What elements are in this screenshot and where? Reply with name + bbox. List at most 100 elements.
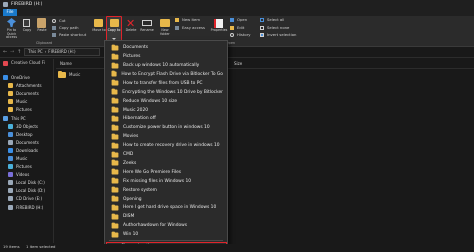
- download-icon: [8, 148, 13, 153]
- list-item-name: Music: [69, 71, 81, 77]
- sidebar-item[interactable]: Downloads: [8, 147, 38, 154]
- folder-icon: [8, 91, 13, 96]
- select-all-icon: [260, 18, 264, 22]
- creative-cloud-icon: [3, 61, 8, 66]
- rename-icon: [142, 20, 152, 26]
- clipboard-group-label: Clipboard: [36, 41, 53, 45]
- sidebar-item[interactable]: Documents: [8, 139, 39, 146]
- sidebar-item[interactable]: Videos: [8, 171, 29, 178]
- edit-button[interactable]: Edit: [230, 25, 256, 31]
- select-all-label: Select all: [267, 16, 285, 22]
- cube-icon: [8, 124, 13, 129]
- address-bar[interactable]: This PC › FIREBIRD (H:): [24, 48, 100, 56]
- ribbon: Pin to Quick access Copy Paste Cut Copy …: [0, 16, 474, 47]
- invert-selection-icon: [260, 33, 264, 37]
- sidebar-item[interactable]: FIREBIRD (H:): [8, 204, 43, 211]
- sidebar-item[interactable]: Pictures: [8, 163, 32, 170]
- open-label: Open: [237, 16, 248, 22]
- sidebar-item[interactable]: CD Drive (E:): [8, 195, 42, 202]
- menu-item-label: Reduce Windows 10 size: [123, 98, 178, 104]
- music-icon: [8, 156, 13, 161]
- status-bar: 19 items 1 item selected: [0, 244, 474, 252]
- sidebar-item-label: Pictures: [16, 164, 32, 169]
- documents-icon: [8, 140, 13, 145]
- sidebar-item[interactable]: Local Disk (C:): [8, 179, 45, 186]
- folder-icon: [8, 107, 13, 112]
- menu-item[interactable]: Win 10: [109, 230, 223, 240]
- list-item[interactable]: Music: [58, 70, 108, 79]
- menu-item-label: DISM: [123, 214, 135, 220]
- copy-path-button[interactable]: Copy path: [52, 25, 82, 31]
- history-label: History: [237, 31, 251, 37]
- breadcrumb-separator: ›: [44, 48, 47, 54]
- sidebar-item-label: Documents: [16, 91, 39, 96]
- window-title: FIREBIRD (H:): [11, 2, 43, 7]
- forward-arrow-icon[interactable]: →: [10, 49, 14, 55]
- sidebar-item-label: Videos: [16, 172, 30, 177]
- copy-path-label: Copy path: [59, 24, 79, 30]
- sidebar-item[interactable]: This PC: [3, 115, 26, 122]
- copy-icon: [23, 19, 30, 27]
- sidebar-item[interactable]: 3D Objects: [8, 123, 38, 130]
- folder-icon: [111, 61, 119, 69]
- open-button[interactable]: Open: [230, 17, 256, 23]
- copy-path-icon: [52, 26, 56, 30]
- sidebar-item[interactable]: Local Disk (D:): [8, 187, 45, 194]
- menu-item-label: Restore system: [123, 187, 157, 193]
- sidebar-item-label: 3D Objects: [16, 124, 39, 129]
- column-name[interactable]: Name: [60, 61, 72, 66]
- folder-icon: [111, 97, 119, 104]
- copy-to-menu: Documents Pictures Back up windows 10 auto…: [104, 40, 228, 251]
- sidebar-item[interactable]: Music: [8, 155, 27, 162]
- sidebar-item-label: Pictures: [16, 107, 32, 112]
- pictures-icon: [8, 164, 13, 169]
- menu-item-label: Customize power button in windows 10: [123, 125, 210, 131]
- sidebar-item-label: Music: [16, 99, 28, 104]
- usb-icon: [8, 205, 13, 210]
- invert-selection-button[interactable]: Invert selection: [260, 32, 300, 38]
- folder-icon: [111, 221, 119, 229]
- sidebar-item[interactable]: Documents: [8, 90, 39, 97]
- sidebar-item[interactable]: Pictures: [8, 106, 32, 113]
- cut-button[interactable]: Cut: [52, 18, 82, 24]
- paste-button[interactable]: Paste: [35, 17, 49, 43]
- sidebar-item-label: OneDrive: [11, 75, 30, 80]
- up-arrow-icon[interactable]: ↑: [17, 49, 21, 55]
- folder-icon: [111, 186, 119, 193]
- menu-item-label: CMD: [123, 152, 134, 158]
- sidebar-item[interactable]: Attachments: [8, 82, 42, 89]
- folder-icon: [111, 141, 119, 149]
- sidebar-item-label: Music: [16, 156, 28, 161]
- folder-icon: [58, 70, 66, 78]
- back-arrow-icon[interactable]: ←: [3, 49, 7, 55]
- open-icon: [230, 18, 234, 22]
- folder-icon: [111, 177, 119, 184]
- history-button[interactable]: History: [230, 32, 256, 38]
- folder-icon: [111, 88, 118, 95]
- paste-label: Paste: [37, 28, 47, 32]
- disk-icon: [8, 180, 13, 185]
- easy-access-button[interactable]: Easy access: [175, 25, 209, 31]
- pin-quick-access-button[interactable]: Pin to Quick access: [2, 17, 21, 43]
- sidebar-item[interactable]: OneDrive: [3, 74, 30, 81]
- easy-access-icon: [175, 26, 179, 30]
- nav-creative-cloud[interactable]: Creative Cloud Fi: [3, 60, 45, 67]
- address-row: ← → ↑ This PC › FIREBIRD (H:): [0, 47, 474, 58]
- column-size[interactable]: Size: [234, 61, 242, 66]
- sidebar-item[interactable]: Music: [8, 98, 27, 105]
- folder-icon: [111, 106, 119, 113]
- copy-button[interactable]: Copy: [21, 17, 33, 43]
- breadcrumb-drive[interactable]: FIREBIRD (H:): [48, 49, 75, 54]
- breadcrumb-this-pc[interactable]: This PC: [28, 49, 43, 54]
- paste-shortcut-button[interactable]: Paste shortcut: [52, 32, 88, 38]
- move-to-label: Move to: [92, 28, 106, 32]
- select-none-button[interactable]: Select none: [260, 25, 294, 31]
- select-all-button[interactable]: Select all: [260, 17, 294, 23]
- sidebar-item-label: Downloads: [16, 148, 38, 153]
- tab-file[interactable]: File: [3, 9, 17, 16]
- sidebar-item[interactable]: Desktop: [8, 131, 33, 138]
- folder-icon: [111, 52, 119, 60]
- new-item-button[interactable]: New item: [175, 17, 209, 23]
- nav-creative-cloud-label: Creative Cloud Fi: [11, 60, 45, 66]
- sidebar-item-label: This PC: [11, 116, 26, 121]
